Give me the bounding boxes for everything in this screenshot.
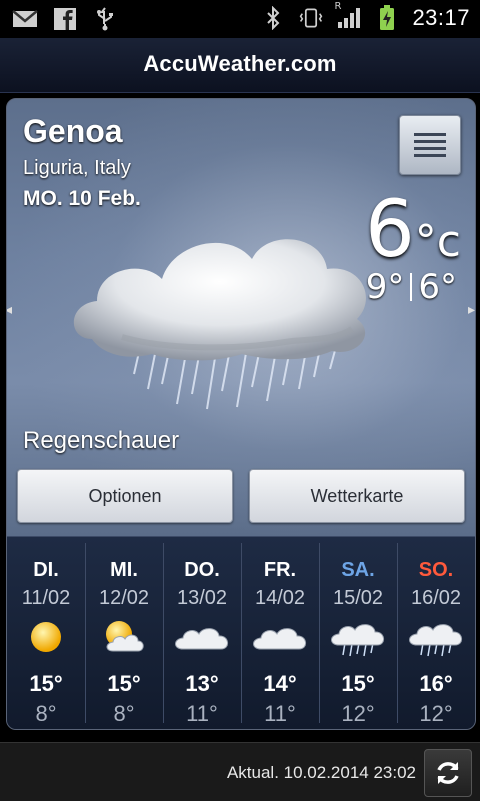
day-date: 12/02	[98, 587, 150, 609]
day-high: 15°	[341, 671, 375, 696]
forecast-strip: DI. 11/02 15° 8° MI. 12/02 15° 8° DO. 13…	[7, 536, 475, 729]
forecast-day[interactable]: DO. 13/02 13° 11°	[163, 537, 241, 729]
menu-icon-bar	[414, 133, 446, 136]
day-name: DO.	[184, 559, 220, 581]
prev-location-arrow-icon[interactable]: ◂	[7, 301, 12, 318]
forecast-day[interactable]: SA. 15/02 15° 12°	[319, 537, 397, 729]
temperature-unit: °c	[414, 216, 461, 267]
forecast-day[interactable]: DI. 11/02 15° 8°	[7, 537, 85, 729]
day-low: 8°	[35, 701, 57, 726]
gmail-icon	[12, 6, 38, 32]
menu-icon-bar	[414, 140, 446, 143]
status-bar: R 23:17	[0, 0, 480, 38]
battery-charging-icon	[374, 5, 400, 31]
usb-icon	[92, 6, 118, 32]
rain-cloud-icon	[319, 617, 397, 657]
menu-icon-bar	[414, 147, 446, 150]
refresh-icon	[437, 762, 459, 784]
signal-icon: R	[334, 1, 362, 31]
day-date: 15/02	[332, 587, 384, 609]
day-name: DI.	[33, 559, 59, 581]
rain-cloud-icon	[397, 617, 475, 657]
day-high: 16°	[419, 671, 453, 696]
day-date: 11/02	[21, 587, 71, 609]
day-high: 15°	[107, 671, 141, 696]
sun-icon	[7, 617, 85, 657]
day-low: 11°	[186, 701, 218, 726]
weather-condition: Regenschauer	[23, 427, 180, 454]
app-header: AccuWeather.com	[0, 38, 480, 93]
cloud-icon	[163, 617, 241, 657]
bluetooth-icon	[260, 5, 286, 31]
forecast-day[interactable]: SO. 16/02 16° 12°	[397, 537, 475, 729]
last-updated: Aktual. 10.02.2014 23:02	[226, 763, 416, 782]
partly-cloudy-icon	[85, 617, 163, 657]
current-date: MO. 10 Feb.	[23, 187, 141, 210]
current-weather-card[interactable]: Genoa Liguria, Italy MO. 10 Feb. 6°c 9° 6…	[6, 98, 476, 730]
low-temp: 6°	[418, 267, 457, 307]
day-name: MI.	[110, 559, 138, 581]
high-low: 9° 6°	[366, 267, 457, 307]
roaming-label: R	[334, 1, 342, 12]
day-high: 15°	[29, 671, 63, 696]
day-date: 16/02	[410, 587, 462, 609]
current-temperature: 6°c	[365, 191, 461, 269]
temperature-value: 6	[365, 185, 415, 275]
high-temp: 9°	[365, 267, 405, 307]
clock: 23:17	[412, 5, 470, 30]
rain-cloud-large-icon	[62, 209, 382, 434]
day-name: FR.	[263, 559, 297, 581]
footer-bar: Aktual. 10.02.2014 23:02	[0, 742, 480, 801]
day-high: 13°	[185, 671, 219, 696]
day-low: 12°	[419, 701, 453, 726]
day-name: SO.	[418, 559, 454, 581]
brand-logo: AccuWeather.com	[143, 51, 337, 76]
region-name: Liguria, Italy	[23, 157, 131, 179]
menu-button[interactable]	[399, 115, 461, 175]
menu-icon-bar	[414, 154, 446, 157]
refresh-button[interactable]	[424, 749, 472, 797]
day-date: 14/02	[254, 587, 306, 609]
cloud-icon	[241, 617, 319, 657]
day-date: 13/02	[176, 587, 228, 609]
city-name: Genoa	[23, 113, 123, 149]
divider	[410, 273, 413, 301]
forecast-day[interactable]: FR. 14/02 14° 11°	[241, 537, 319, 729]
forecast-day[interactable]: MI. 12/02 15° 8°	[85, 537, 163, 729]
day-low: 11°	[264, 701, 296, 726]
day-low: 12°	[341, 701, 375, 726]
facebook-icon	[52, 6, 78, 32]
next-location-arrow-icon[interactable]: ▸	[468, 301, 475, 318]
options-button[interactable]: Optionen	[17, 469, 233, 523]
vibrate-icon	[298, 5, 324, 31]
day-name: SA.	[341, 559, 375, 581]
day-low: 8°	[113, 701, 135, 726]
weather-map-button[interactable]: Wetterkarte	[249, 469, 465, 523]
day-high: 14°	[263, 671, 297, 696]
